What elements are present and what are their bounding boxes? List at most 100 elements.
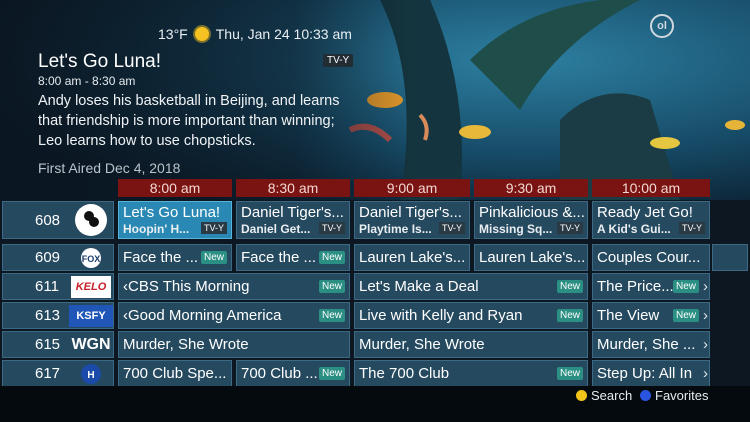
sun-icon <box>194 27 209 41</box>
program-title: Daniel Tiger's... <box>241 204 344 221</box>
tv-guide-screen: 13°F Thu, Jan 24 10:33 am ol Let's Go Lu… <box>0 0 750 422</box>
program-cell[interactable]: Let's Make a Deal New <box>354 273 588 300</box>
program-title: The Price... <box>597 278 674 295</box>
program-title: The View <box>597 307 660 324</box>
program-cell[interactable]: Pinkalicious &... Missing Sq... TV-Y <box>474 201 588 239</box>
channel-cell[interactable]: 609 FOX <box>2 244 114 271</box>
program-cell[interactable]: Ready Jet Go! A Kid's Gui... TV-Y <box>592 201 710 239</box>
program-title: Let's Make a Deal <box>359 278 479 295</box>
program-title: 700 Club ... <box>241 365 318 382</box>
program-cell[interactable]: 700 Club ... New <box>236 360 350 387</box>
new-badge: New <box>556 309 583 322</box>
fox-logo-icon: FOX <box>71 247 111 269</box>
program-title: Daniel Tiger's... <box>359 204 462 221</box>
program-cell[interactable]: Lauren Lake's... <box>474 244 588 271</box>
program-time-range: 8:00 am - 8:30 am <box>38 74 136 88</box>
wgn-logo-icon: WGN <box>71 336 111 353</box>
program-title: Ready Jet Go! <box>597 204 693 221</box>
footer-bar <box>0 386 750 422</box>
program-cell[interactable]: Murder, She ... › <box>592 331 710 358</box>
kelo-logo-icon: KELO <box>71 276 111 298</box>
channel-number: 617 <box>35 365 61 382</box>
favorites-legend[interactable]: Favorites <box>640 388 708 403</box>
program-cell[interactable]: Lauren Lake's... <box>354 244 470 271</box>
ksfy-logo-icon: KSFY <box>69 305 113 327</box>
provider-logo-icon: ol <box>650 14 674 38</box>
program-title: Step Up: All In <box>597 365 693 382</box>
program-title: Let's Go Luna! <box>123 204 221 221</box>
channel-cell[interactable]: 608 <box>2 201 114 239</box>
timeslot-header: 8:30 am <box>236 179 350 197</box>
search-legend[interactable]: Search <box>576 388 632 403</box>
new-badge: New <box>200 251 227 264</box>
program-cell[interactable]: Face the ... New <box>236 244 350 271</box>
program-cell[interactable]: Daniel Tiger's... Daniel Get... TV-Y <box>236 201 350 239</box>
temperature: 13°F <box>158 26 188 42</box>
program-cell[interactable]: The 700 Club New <box>354 360 588 387</box>
program-cell[interactable]: The View New › <box>592 302 710 329</box>
channel-number: 608 <box>35 212 61 229</box>
program-title: Let's Go Luna! <box>38 51 161 72</box>
pbs-logo-icon <box>71 202 111 238</box>
channel-cell[interactable]: 617 H <box>2 360 114 387</box>
program-cell[interactable]: Daniel Tiger's... Playtime Is... TV-Y <box>354 201 470 239</box>
channel-number: 609 <box>35 249 61 266</box>
chevron-right-icon: › <box>703 336 708 353</box>
fox-logo-text: FOX <box>82 254 101 264</box>
chevron-right-icon: › <box>703 278 708 295</box>
channel-cell[interactable]: 613 KSFY <box>2 302 114 329</box>
channel-number: 613 <box>35 307 61 324</box>
program-cell[interactable]: Step Up: All In › <box>592 360 710 387</box>
program-cell[interactable]: 700 Club Spe... <box>118 360 232 387</box>
cbn-logo-icon: H <box>71 363 111 385</box>
channel-cell[interactable]: 611 KELO <box>2 273 114 300</box>
program-title: Pinkalicious &... <box>479 204 585 221</box>
rating-badge: TV-Y <box>318 222 345 234</box>
new-badge: New <box>556 280 583 293</box>
new-badge: New <box>318 251 345 264</box>
new-badge: New <box>318 280 345 293</box>
date-time: Thu, Jan 24 10:33 am <box>215 26 352 42</box>
chevron-right-icon: › <box>703 365 708 382</box>
rating-badge: TV-Y <box>678 222 705 234</box>
program-cell[interactable]: ‹CBS This Morning New <box>118 273 350 300</box>
rating-badge: TV-Y <box>438 222 465 234</box>
program-cell-overflow[interactable] <box>712 244 748 271</box>
channel-cell[interactable]: 615 WGN <box>2 331 114 358</box>
program-cell[interactable]: Murder, She Wrote <box>354 331 588 358</box>
first-aired: First Aired Dec 4, 2018 <box>38 160 181 176</box>
search-label: Search <box>591 388 633 403</box>
new-badge: New <box>318 367 345 380</box>
timeslot-header: 9:00 am <box>354 179 470 197</box>
channel-number: 611 <box>35 278 59 295</box>
program-cell[interactable]: ‹Good Morning America New <box>118 302 350 329</box>
rating-badge: TV-Y <box>556 222 583 234</box>
program-title: CBS This Morning <box>128 278 250 295</box>
program-description: Andy loses his basketball in Beijing, an… <box>38 93 340 149</box>
program-title: Good Morning America <box>128 307 282 324</box>
yellow-button-icon <box>576 390 587 401</box>
program-title: The 700 Club <box>359 365 450 382</box>
channel-number: 615 <box>35 336 61 353</box>
rating-badge: TV-Y <box>323 54 354 67</box>
chevron-right-icon: › <box>703 307 708 324</box>
program-title: Face the ... <box>241 249 317 266</box>
timeslot-header: 8:00 am <box>118 179 232 197</box>
program-cell[interactable]: Couples Cour... <box>592 244 710 271</box>
program-title: Live with Kelly and Ryan <box>359 307 523 324</box>
program-cell[interactable]: Murder, She Wrote <box>118 331 350 358</box>
program-cell[interactable]: Live with Kelly and Ryan New <box>354 302 588 329</box>
status-bar: 13°F Thu, Jan 24 10:33 am <box>158 26 352 42</box>
new-badge: New <box>556 367 583 380</box>
blue-button-icon <box>640 390 651 401</box>
program-cell[interactable]: Face the ... New <box>118 244 232 271</box>
new-badge: New <box>318 309 345 322</box>
program-cell[interactable]: The Price... New › <box>592 273 710 300</box>
program-cell[interactable]: Let's Go Luna! Hoopin' H... TV-Y <box>118 201 232 239</box>
program-title: Murder, She ... <box>597 336 696 353</box>
rating-badge: TV-Y <box>200 222 227 234</box>
timeslot-header: 10:00 am <box>592 179 710 197</box>
new-badge: New <box>672 280 699 293</box>
favorites-label: Favorites <box>655 388 709 403</box>
program-title: Face the ... <box>123 249 199 266</box>
